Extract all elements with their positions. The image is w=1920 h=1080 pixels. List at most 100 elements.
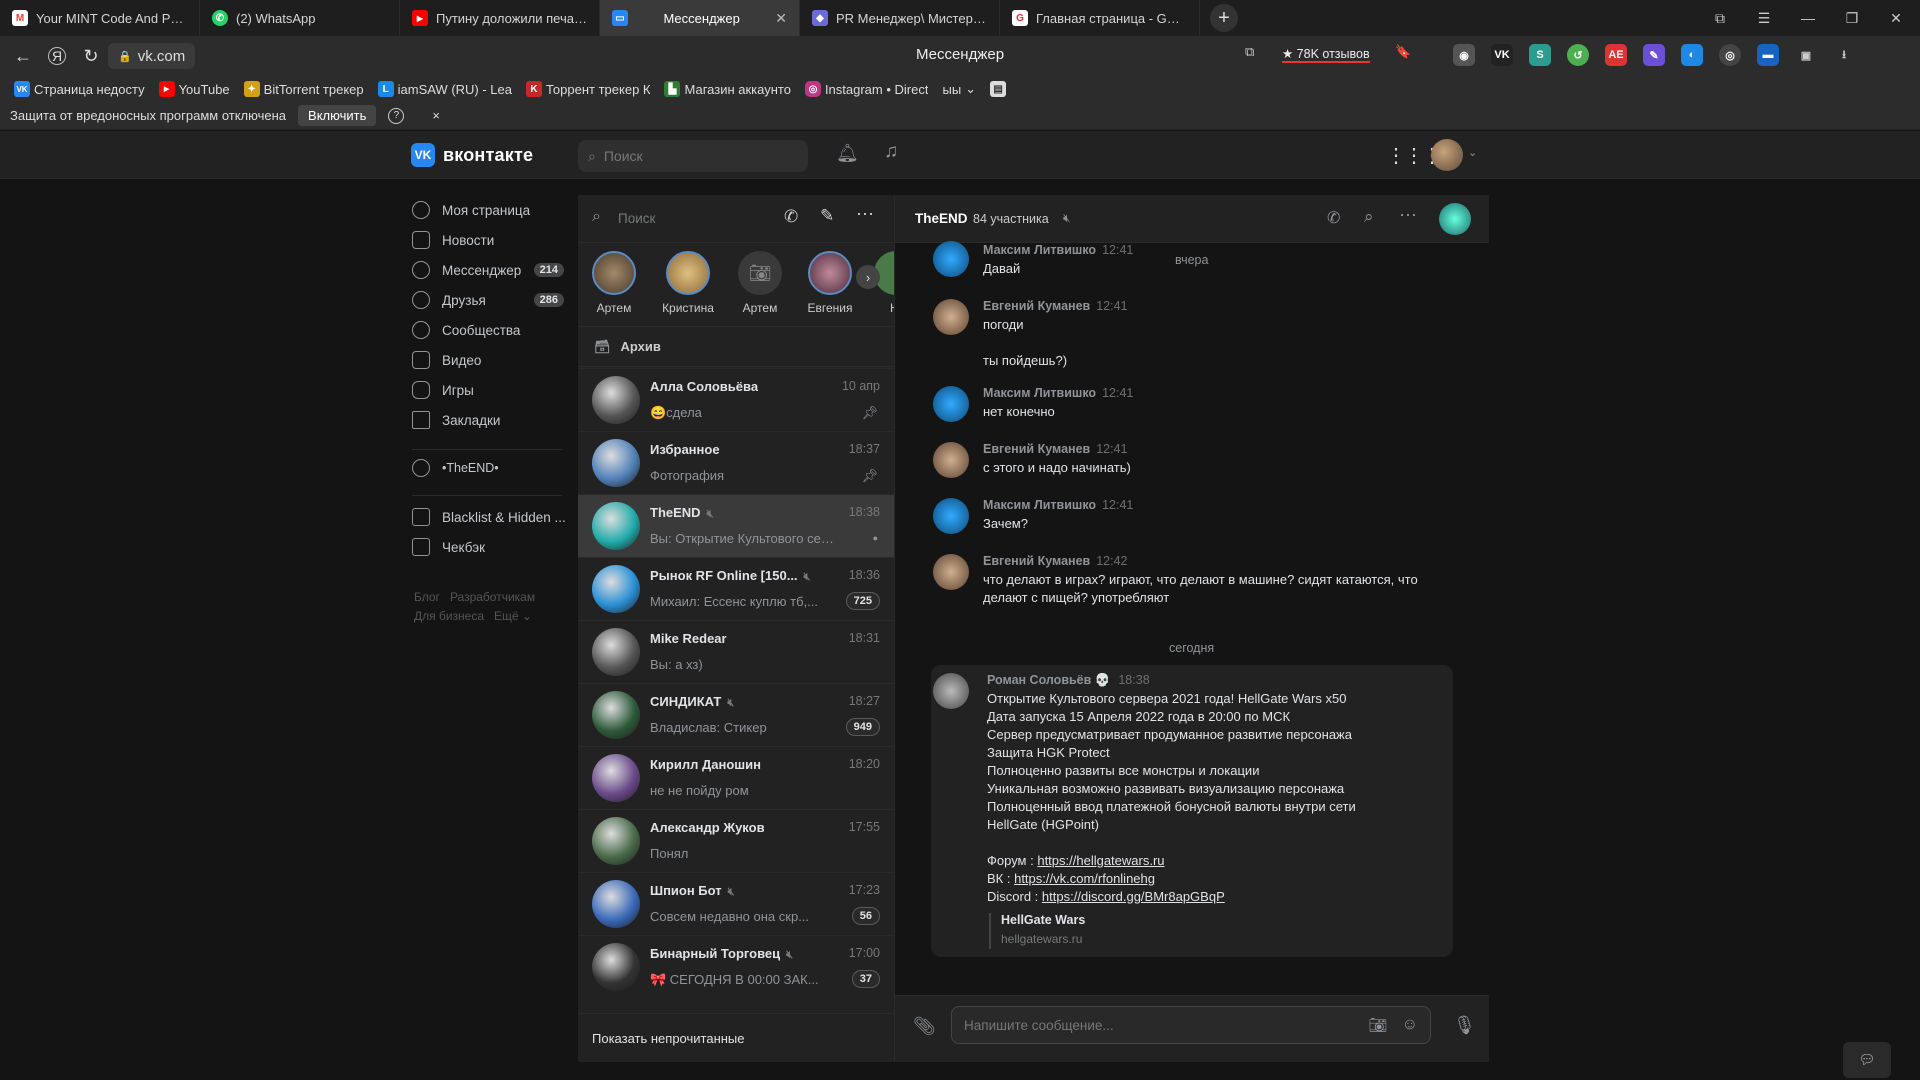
- reviews-badge[interactable]: ★ 78K отзывов: [1282, 46, 1370, 63]
- download-icon[interactable]: ⭳: [1833, 44, 1855, 66]
- avatar[interactable]: [933, 442, 969, 478]
- vk-logo[interactable]: VK вконтакте: [411, 143, 533, 167]
- vk-link[interactable]: https://vk.com/rfonlinehg: [1014, 871, 1155, 886]
- microphone-icon[interactable]: 🎙︎: [1453, 1015, 1476, 1036]
- owl-extension-icon[interactable]: ◉: [1453, 44, 1475, 66]
- browser-tab-messenger[interactable]: ▭ Мессенджер ✕: [600, 0, 800, 36]
- back-icon[interactable]: ←: [6, 39, 40, 73]
- footer-link[interactable]: Ещё ⌄: [494, 609, 532, 623]
- browser-tab-pr[interactable]: ◆ PR Менеджер\ Мистер ре: [800, 0, 1000, 36]
- reload-icon[interactable]: ↻: [74, 39, 108, 73]
- chat-search-input[interactable]: Поиск: [618, 211, 655, 226]
- chat-item[interactable]: Кирилл Даношин 18:20 не не пойду ром: [578, 746, 894, 809]
- chat-item[interactable]: Рынок RF Online [150... 🔇︎ 18:36 Михаил: Ес…: [578, 557, 894, 620]
- story-item[interactable]: Кристина: [658, 251, 718, 315]
- menu-item-theend[interactable]: •TheEND•: [412, 454, 564, 482]
- close-warning-icon[interactable]: ×: [432, 108, 440, 123]
- bookmark-item[interactable]: ▶ YouTube: [158, 81, 230, 97]
- bookmark-icon[interactable]: 🔖: [1395, 44, 1411, 60]
- attach-icon[interactable]: 📎︎: [913, 1016, 936, 1037]
- chat-avatar[interactable]: [1439, 203, 1471, 235]
- avatar[interactable]: [933, 673, 969, 709]
- forum-link[interactable]: https://hellgatewars.ru: [1037, 853, 1164, 868]
- yandex-icon[interactable]: Я: [48, 47, 66, 65]
- more-icon[interactable]: ⋯: [856, 204, 874, 225]
- archive-row[interactable]: 🗃︎ Архив: [578, 327, 894, 367]
- new-extension-icon[interactable]: ▬: [1757, 44, 1779, 66]
- s-extension-icon[interactable]: S: [1529, 44, 1551, 66]
- call-plus-icon[interactable]: ✆: [784, 207, 798, 227]
- url-field[interactable]: 🔒 vk.com: [108, 43, 196, 69]
- bookmark-folder[interactable]: ыы ⌄: [942, 81, 976, 97]
- show-unread-button[interactable]: Показать непрочитанные: [578, 1013, 894, 1062]
- story-item[interactable]: Евгения: [800, 251, 860, 315]
- compose-icon[interactable]: ✎: [820, 206, 834, 226]
- chat-item[interactable]: Mike Redear 18:31 Вы: а хз): [578, 620, 894, 683]
- vk-extension-icon[interactable]: VK: [1491, 44, 1513, 66]
- green-extension-icon[interactable]: ↺: [1567, 44, 1589, 66]
- story-item[interactable]: Артем: [592, 251, 636, 315]
- menu-item-friends[interactable]: Друзья 286: [412, 286, 564, 314]
- music-icon[interactable]: ♫: [884, 141, 898, 163]
- enable-button[interactable]: Включить: [298, 105, 377, 126]
- story-item[interactable]: 📷︎ Артем: [730, 251, 790, 315]
- new-tab-button[interactable]: +: [1210, 4, 1238, 32]
- bookmark-item[interactable]: ▙ Магазин аккаунто: [664, 81, 791, 97]
- chat-item[interactable]: Шпион Бот 🔇︎ 17:23 Совсем недавно она скр..…: [578, 872, 894, 935]
- chat-item[interactable]: Бинарный Торговец 🔇︎ 17:00 🎀 СЕГОДНЯ В 00:0…: [578, 935, 894, 998]
- browser-tab-youtube[interactable]: ▶ Путину доложили печаль: [400, 0, 600, 36]
- avatar[interactable]: [1431, 139, 1463, 171]
- menu-item-blacklist[interactable]: Blacklist & Hidden ...: [412, 503, 566, 531]
- chat-item[interactable]: Александр Жуков 17:55 Понял: [578, 809, 894, 872]
- avatar[interactable]: [933, 241, 969, 277]
- collections-icon[interactable]: ▣: [1795, 44, 1817, 66]
- copy-link-icon[interactable]: ⧉: [1245, 44, 1254, 60]
- menu-item-my-page[interactable]: Моя страница: [412, 196, 564, 224]
- avatar[interactable]: [933, 498, 969, 534]
- tab-manager-icon[interactable]: ⧉: [1698, 0, 1742, 36]
- bookmark-item[interactable]: ✦ BitTorrent трекер: [243, 81, 364, 97]
- bookmark-item[interactable]: VK Страница недосту: [14, 81, 145, 97]
- menu-item-messenger[interactable]: Мессенджер 214: [412, 256, 564, 284]
- browser-tab-gms[interactable]: G Главная страница - GMS 2: [1000, 0, 1200, 36]
- chat-bubble-icon[interactable]: 💬︎: [1843, 1042, 1891, 1078]
- help-icon[interactable]: ?: [388, 107, 405, 124]
- search-icon[interactable]: ⌕: [1364, 207, 1374, 227]
- avatar[interactable]: [933, 554, 969, 590]
- chat-item[interactable]: TheEND 🔇︎ 18:38 Вы: Открытие Культового сер…: [578, 494, 894, 557]
- menu-item-checkback[interactable]: Чекбэк: [412, 533, 564, 561]
- close-tab-icon[interactable]: ✕: [775, 10, 787, 27]
- notifications-bell-icon[interactable]: 🔔︎: [836, 143, 859, 164]
- ae-extension-icon[interactable]: AE: [1605, 44, 1627, 66]
- menu-item-bookmarks[interactable]: Закладки: [412, 406, 564, 434]
- footer-link[interactable]: Для бизнеса: [414, 609, 484, 623]
- avatar[interactable]: [933, 299, 969, 335]
- message-input[interactable]: Напишите сообщение... 📷︎ ☺: [951, 1006, 1431, 1044]
- menu-item-games[interactable]: Игры: [412, 376, 564, 404]
- footer-link[interactable]: Блог: [414, 590, 440, 604]
- emoji-icon[interactable]: ☺: [1402, 1016, 1418, 1034]
- conversation-title[interactable]: TheEND: [915, 211, 968, 226]
- chat-item[interactable]: Алла Соловьёва 10 апр 😄сдела 📌︎: [578, 368, 894, 431]
- more-icon[interactable]: ⋯: [1399, 205, 1417, 226]
- menu-icon[interactable]: ☰: [1742, 0, 1786, 36]
- bookmark-item[interactable]: LiamSAW (RU) - Lea: [377, 81, 512, 97]
- menu-item-news[interactable]: Новости: [412, 226, 564, 254]
- blue-extension-icon[interactable]: ◐: [1681, 44, 1703, 66]
- close-window-icon[interactable]: ✕: [1874, 0, 1918, 36]
- avatar[interactable]: [933, 386, 969, 422]
- camera-icon[interactable]: 📷︎: [1369, 1016, 1388, 1034]
- chat-item[interactable]: СИНДИКАТ 🔇︎ 18:27 Владислав: Стикер 949: [578, 683, 894, 746]
- restore-icon[interactable]: ❐: [1830, 0, 1874, 36]
- bookmark-item[interactable]: ▤: [990, 81, 1007, 97]
- chevron-down-icon[interactable]: ⌄: [1468, 146, 1477, 159]
- browser-tab-gmail[interactable]: M Your MINT Code And Paym: [0, 0, 200, 36]
- chat-item[interactable]: Избранное 18:37 Фотография 📌︎: [578, 431, 894, 494]
- circle-extension-icon[interactable]: ◎: [1719, 44, 1741, 66]
- minimize-icon[interactable]: —: [1786, 0, 1830, 36]
- menu-item-video[interactable]: Видео: [412, 346, 564, 374]
- chevron-right-icon[interactable]: ›: [856, 265, 880, 289]
- link-snippet[interactable]: HellGate Wars hellgatewars.ru: [989, 913, 1085, 949]
- menu-item-communities[interactable]: Сообщества: [412, 316, 564, 344]
- browser-tab-whatsapp[interactable]: ✆ (2) WhatsApp: [200, 0, 400, 36]
